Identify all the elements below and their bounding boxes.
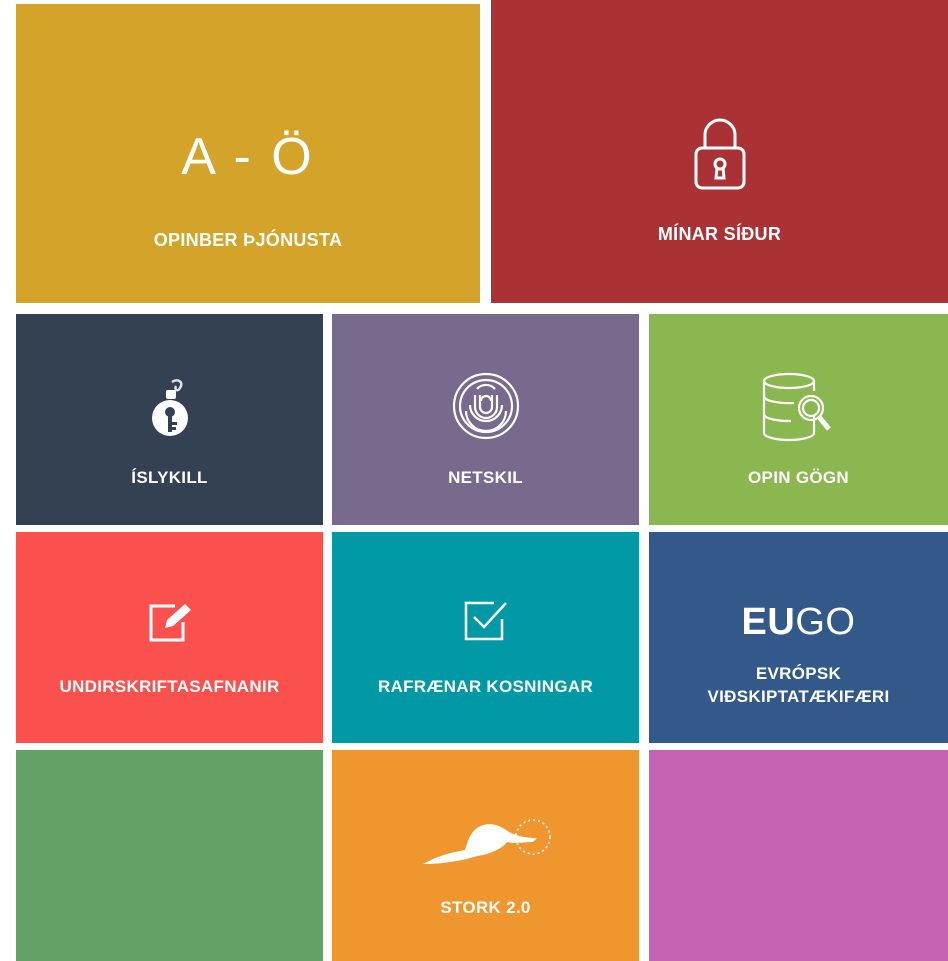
tile-label: MÍNAR SÍÐUR	[657, 224, 782, 244]
tile-label: NETSKIL	[448, 468, 523, 487]
tile-green[interactable]	[16, 750, 323, 961]
stork-icon	[422, 819, 551, 864]
tile-stork[interactable]: STORK 2.0	[332, 750, 639, 961]
tile-label: ÍSLYKILL	[131, 468, 208, 487]
tile-rafraenar-kosningar[interactable]: RAFRÆNAR KOSNINGAR	[332, 532, 639, 743]
fingerprint-icon	[452, 372, 519, 440]
tile-islykill[interactable]: ÍSLYKILL	[16, 314, 323, 525]
tile-undirskriftasafnanir[interactable]: UNDIRSKRIFTASAFNANIR	[16, 532, 323, 743]
tile-label: UNDIRSKRIFTASAFNANIR	[59, 677, 280, 696]
tile-label: OPINBER ÞJÓNUSTA	[153, 230, 343, 250]
tile-minar-sidur[interactable]: MÍNAR SÍÐUR	[491, 0, 948, 303]
eugo-logo-go: GO	[795, 601, 856, 643]
checkbox-icon	[464, 601, 507, 641]
tile-opinber-thjonusta[interactable]: A - Ö OPINBER ÞJÓNUSTA	[16, 4, 480, 303]
tile-label: OPIN GÖGN	[748, 468, 849, 487]
key-bomb-icon	[151, 379, 188, 436]
eugo-logo: EUGO	[649, 600, 948, 644]
tile-label: STORK 2.0	[440, 898, 531, 917]
tile-purple[interactable]	[649, 750, 948, 961]
a-o-text: A - Ö	[181, 128, 315, 186]
tile-netskil[interactable]: NETSKIL	[332, 314, 639, 525]
tile-label-line1: EVRÓPSK	[755, 664, 842, 683]
eugo-logo-eu: EU	[741, 601, 796, 643]
tile-label-line2: VIÐSKIPTATÆKIFÆRI	[707, 687, 890, 706]
tile-opin-gogn[interactable]: OPIN GÖGN	[649, 314, 948, 525]
tile-eugo[interactable]: EUGO EVRÓPSK VIÐSKIPTATÆKIFÆRI	[649, 532, 948, 743]
padlock-icon	[694, 118, 745, 190]
edit-icon	[149, 604, 191, 642]
database-search-icon	[762, 372, 831, 442]
tile-label: RAFRÆNAR KOSNINGAR	[377, 677, 594, 696]
